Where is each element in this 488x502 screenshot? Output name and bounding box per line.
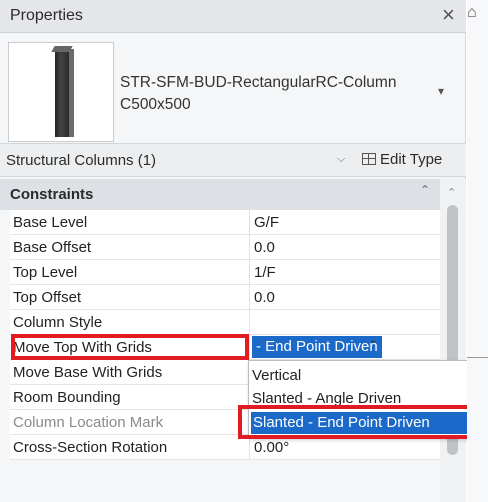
property-label: Top Level — [10, 260, 250, 285]
edit-type-button[interactable]: Edit Type — [362, 151, 442, 168]
property-value[interactable]: 1/F — [250, 260, 440, 285]
property-row[interactable]: Base Level G/F — [10, 210, 440, 235]
property-value-empty[interactable] — [250, 310, 440, 335]
chevron-down-icon[interactable]: ⌵ — [337, 153, 345, 166]
type-thumbnail — [8, 42, 114, 142]
property-label: Top Offset — [10, 285, 250, 310]
property-label: Move Base With Grids — [10, 360, 250, 385]
property-label: Base Offset — [10, 235, 250, 260]
property-label: Cross-Section Rotation — [10, 435, 250, 460]
property-label: Column Location Mark — [10, 410, 250, 435]
close-icon[interactable]: × — [442, 3, 455, 27]
instance-filter-row: Structural Columns (1) ⌵ Edit Type — [0, 143, 466, 177]
adjacent-view-strip — [467, 0, 488, 502]
type-name-line2: C500x500 — [120, 96, 191, 113]
section-title: Constraints — [10, 186, 94, 203]
constraints-section-header[interactable]: Constraints ⌃ — [0, 179, 440, 210]
chevron-up-icon[interactable]: ⌃ — [368, 338, 378, 352]
property-value[interactable]: 0.0 — [250, 235, 440, 260]
property-row[interactable]: Top Offset 0.0 — [10, 285, 440, 310]
edit-type-icon — [362, 153, 376, 165]
type-selector-name[interactable]: STR-SFM-BUD-RectangularRC-Column C500x50… — [120, 72, 430, 116]
property-row[interactable]: Base Offset 0.0 — [10, 235, 440, 260]
dropdown-option-vertical[interactable]: Vertical — [252, 365, 301, 387]
column-style-highlight-box — [11, 334, 249, 360]
property-label: Base Level — [10, 210, 250, 235]
selected-option-highlight-box — [238, 405, 488, 439]
instance-filter-select[interactable]: Structural Columns (1) — [6, 152, 156, 169]
collapse-icon[interactable]: ⌃ — [420, 183, 430, 197]
type-dropdown-icon[interactable]: ▾ — [438, 84, 444, 98]
scroll-up-icon[interactable]: ⌃ — [447, 186, 456, 199]
property-label: Column Style — [10, 310, 250, 335]
panel-title-bar: Properties × — [0, 0, 466, 33]
panel-title: Properties — [10, 7, 83, 24]
property-row-column-style[interactable]: Column Style — [10, 310, 440, 335]
home-icon[interactable]: ⌂ — [467, 4, 483, 22]
property-label: Room Bounding — [10, 385, 250, 410]
edit-type-label: Edit Type — [380, 151, 443, 168]
type-name-line1: STR-SFM-BUD-RectangularRC-Column — [120, 74, 397, 91]
property-value[interactable]: G/F — [250, 210, 440, 235]
column-style-value-select[interactable]: - End Point Driven — [252, 336, 382, 358]
column-preview-icon — [55, 49, 74, 137]
property-value[interactable]: 0.0 — [250, 285, 440, 310]
divider — [467, 357, 488, 358]
property-row[interactable]: Top Level 1/F — [10, 260, 440, 285]
